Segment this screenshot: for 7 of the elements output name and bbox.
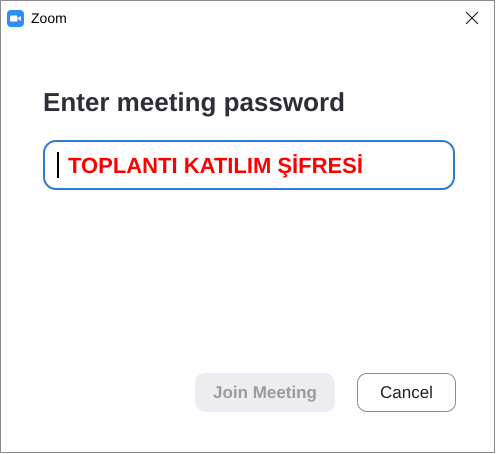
close-icon [465,11,479,25]
dialog-heading: Enter meeting password [43,86,346,119]
password-field[interactable]: TOPLANTI KATILIM ŞİFRESİ [43,140,455,190]
cancel-button[interactable]: Cancel [357,373,456,412]
window-title: Zoom [31,8,67,28]
video-camera-icon [7,10,24,26]
text-cursor [57,152,59,178]
